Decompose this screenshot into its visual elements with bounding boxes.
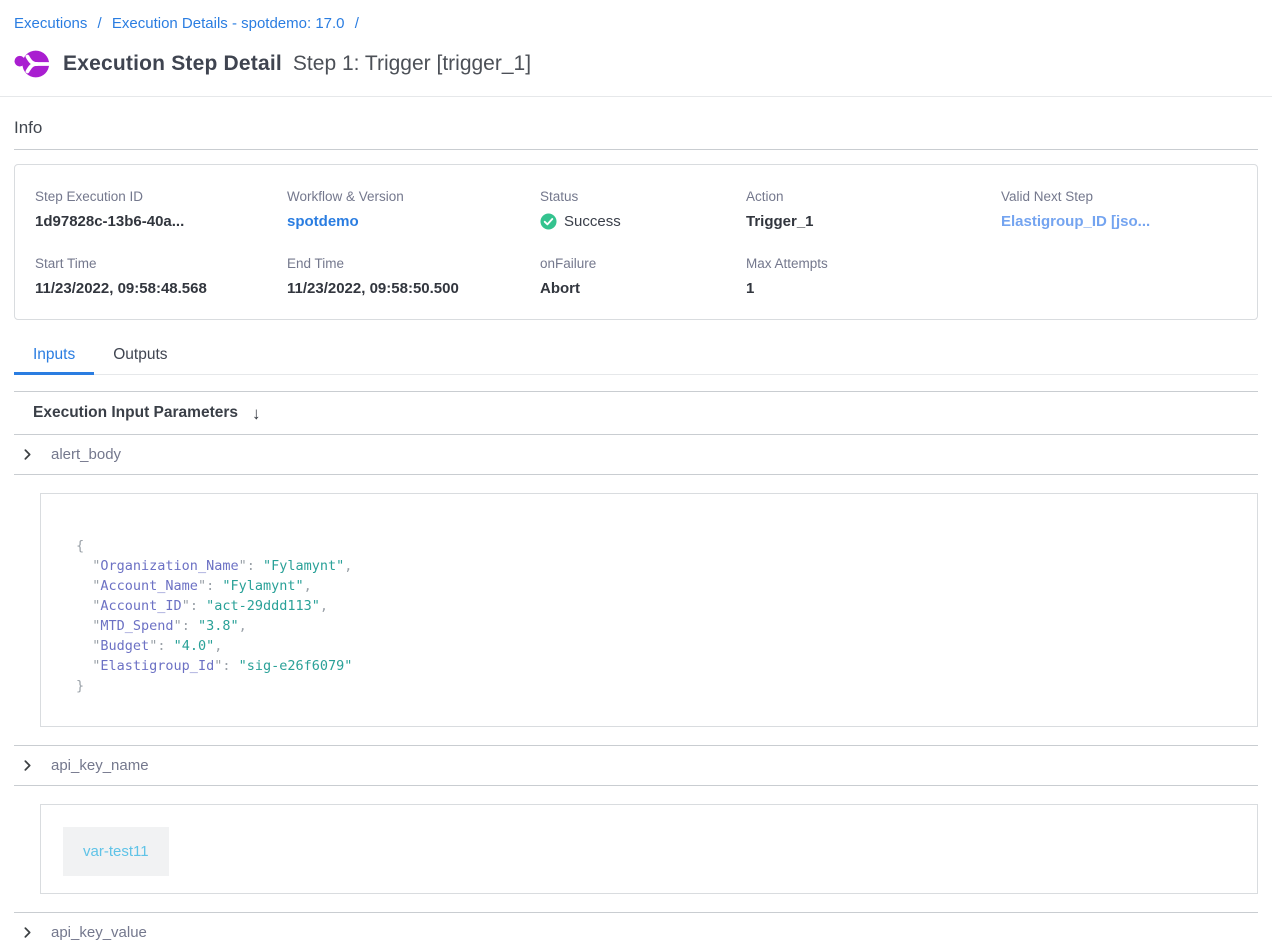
field-end-time: End Time 11/23/2022, 09:58:50.500 <box>287 256 540 297</box>
alert-body-content: { "Organization_Name": "Fylamynt", "Acco… <box>14 475 1258 746</box>
page-header: Execution Step Detail Step 1: Trigger [t… <box>0 38 1272 97</box>
field-step-execution-id: Step Execution ID 1d97828c-13b6-40a... <box>35 189 287 230</box>
field-label: Start Time <box>35 256 287 271</box>
chevron-right-icon <box>21 926 34 939</box>
field-value: 1 <box>746 280 1001 297</box>
execution-step-detail-page: Executions / Execution Details - spotdem… <box>0 0 1272 952</box>
field-max-attempts: Max Attempts 1 <box>746 256 1001 297</box>
workflow-link[interactable]: spotdemo <box>287 213 359 230</box>
api-key-name-value-box: var-test11 <box>40 804 1258 894</box>
field-label: Max Attempts <box>746 256 1001 271</box>
info-card: Step Execution ID 1d97828c-13b6-40a... W… <box>14 164 1258 320</box>
field-label: Action <box>746 189 1001 204</box>
breadcrumb-link-execution-details[interactable]: Execution Details - spotdemo: 17.0 <box>112 15 345 32</box>
arrow-down-icon[interactable]: ↓ <box>252 405 261 422</box>
execution-input-parameters-header: Execution Input Parameters ↓ <box>14 392 1258 435</box>
breadcrumb: Executions / Execution Details - spotdem… <box>0 0 1272 38</box>
field-action: Action Trigger_1 <box>746 189 1001 230</box>
page-title: Execution Step Detail <box>63 52 282 76</box>
page-subtitle: Step 1: Trigger [trigger_1] <box>293 52 531 76</box>
field-status: Status Success <box>540 189 746 230</box>
alert-body-json-viewer: { "Organization_Name": "Fylamynt", "Acco… <box>40 493 1258 727</box>
field-label: Step Execution ID <box>35 189 287 204</box>
field-value: Trigger_1 <box>746 213 1001 230</box>
field-value: Abort <box>540 280 746 297</box>
param-name: alert_body <box>51 446 121 463</box>
field-value: 11/23/2022, 09:58:48.568 <box>35 280 287 297</box>
api-key-name-content: var-test11 <box>14 786 1258 913</box>
execution-input-parameters-title: Execution Input Parameters <box>33 404 238 422</box>
tabs: Inputs Outputs <box>14 340 1258 375</box>
field-value: 1d97828c-13b6-40a... <box>35 213 287 230</box>
status-text: Success <box>564 213 621 230</box>
breadcrumb-separator: / <box>98 15 102 32</box>
field-onfailure: onFailure Abort <box>540 256 746 297</box>
inputs-panel: Execution Input Parameters ↓ alert_body … <box>14 391 1258 952</box>
field-label: onFailure <box>540 256 746 271</box>
json-code: { "Organization_Name": "Fylamynt", "Acco… <box>76 536 1237 696</box>
breadcrumb-link-executions[interactable]: Executions <box>14 15 87 32</box>
field-value: 11/23/2022, 09:58:50.500 <box>287 280 540 297</box>
field-label: End Time <box>287 256 540 271</box>
param-name: api_key_name <box>51 757 149 774</box>
param-row-alert-body[interactable]: alert_body <box>14 435 1258 475</box>
tab-outputs[interactable]: Outputs <box>94 340 186 375</box>
info-section: Info Step Execution ID 1d97828c-13b6-40a… <box>0 97 1272 320</box>
chevron-right-icon <box>21 448 34 461</box>
param-row-api-key-name[interactable]: api_key_name <box>14 746 1258 786</box>
field-start-time: Start Time 11/23/2022, 09:58:48.568 <box>35 256 287 297</box>
valid-next-step-link[interactable]: Elastigroup_ID [jso... <box>1001 213 1150 230</box>
field-label: Workflow & Version <box>287 189 540 204</box>
tab-inputs[interactable]: Inputs <box>14 340 94 375</box>
info-heading: Info <box>14 118 1258 138</box>
field-valid-next-step: Valid Next Step Elastigroup_ID [jso... <box>1001 189 1237 230</box>
success-check-icon <box>540 213 557 230</box>
field-label: Valid Next Step <box>1001 189 1237 204</box>
fylamynt-logo-icon <box>14 48 50 80</box>
field-label: Status <box>540 189 746 204</box>
status-badge: Success <box>540 213 746 230</box>
field-workflow-version: Workflow & Version spotdemo <box>287 189 540 230</box>
chevron-right-icon <box>21 759 34 772</box>
param-name: api_key_value <box>51 924 147 941</box>
breadcrumb-separator: / <box>355 15 359 32</box>
api-key-name-value: var-test11 <box>63 827 169 876</box>
